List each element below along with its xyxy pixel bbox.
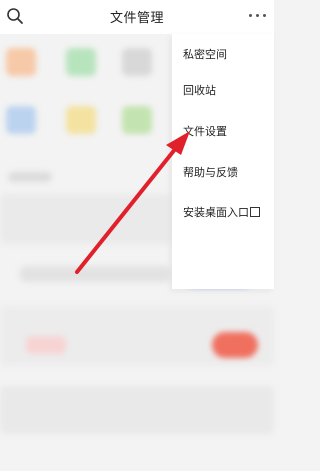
annotation-arrow <box>75 131 190 274</box>
